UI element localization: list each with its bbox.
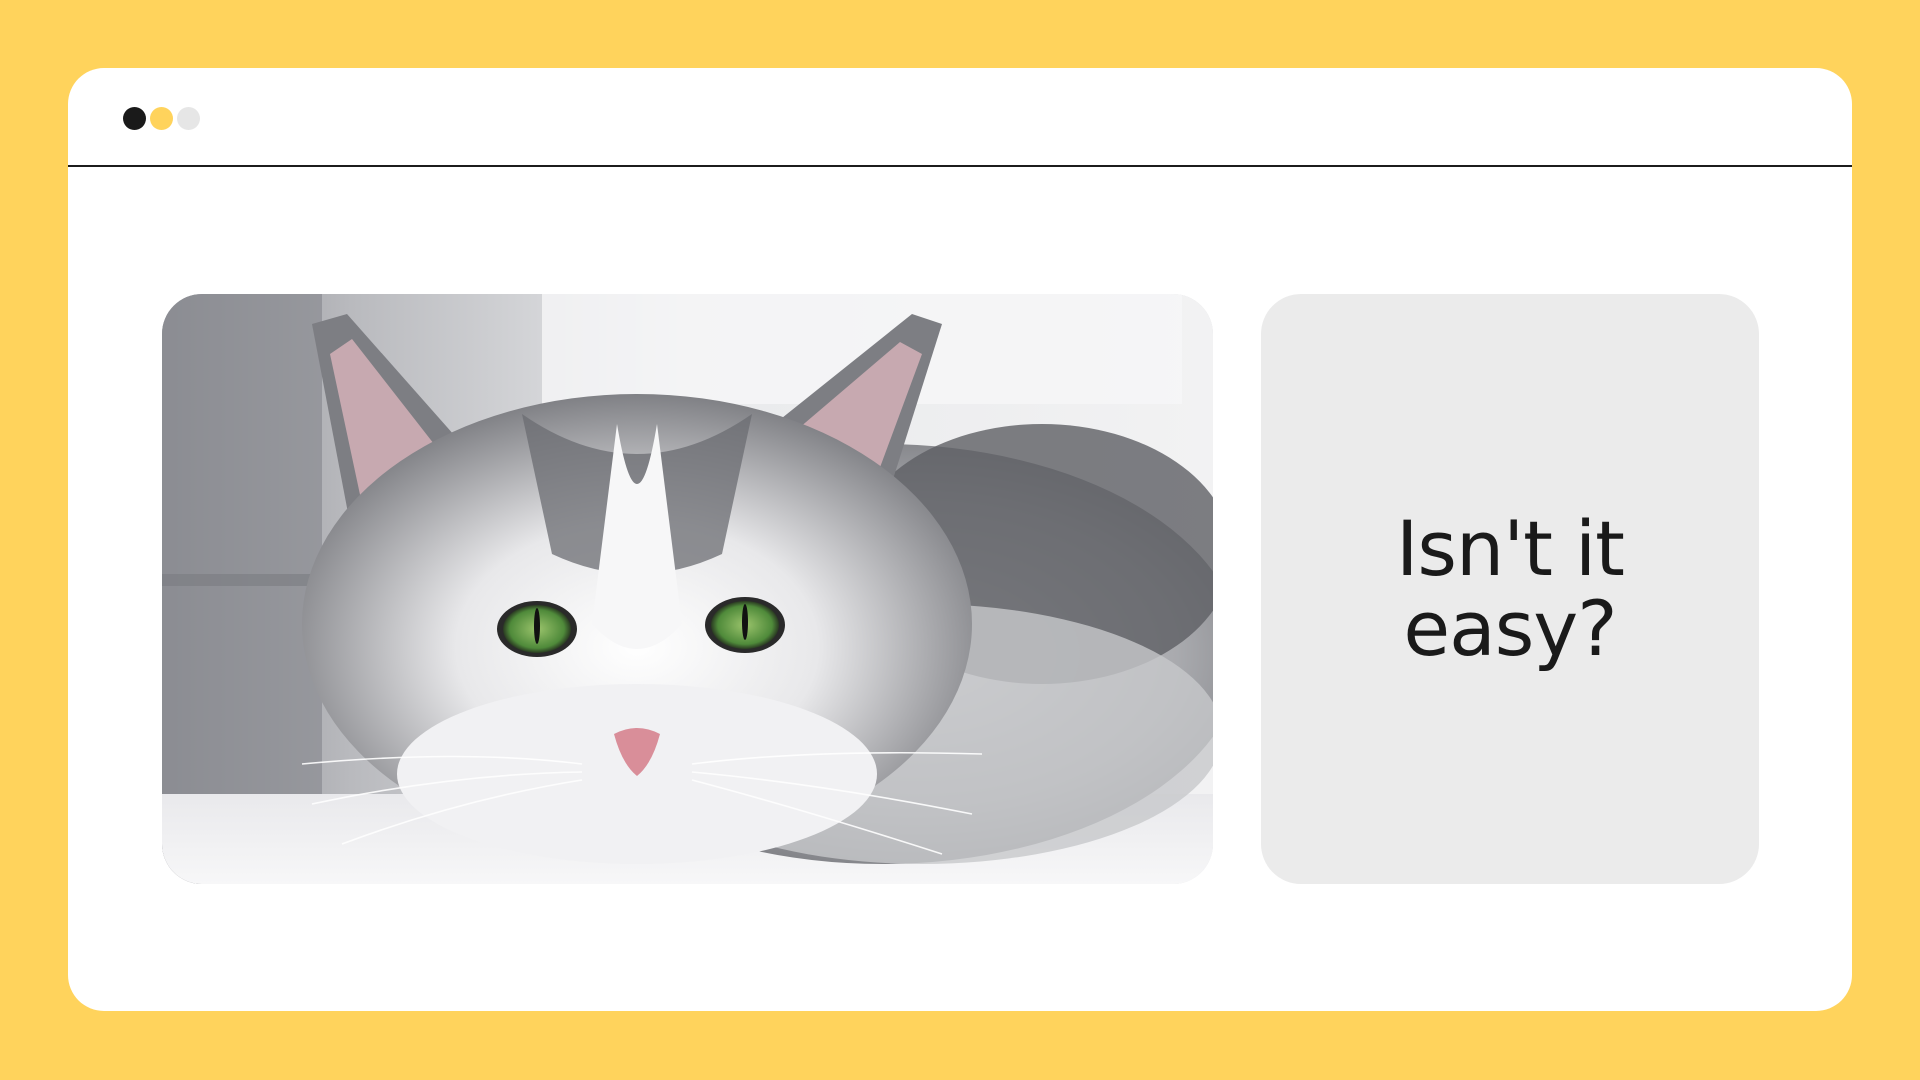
window-controls	[123, 107, 200, 130]
caption-card: Isn't it easy?	[1261, 294, 1759, 884]
cat-photo	[162, 294, 1213, 884]
caption-text: Isn't it easy?	[1396, 504, 1625, 673]
window-titlebar	[68, 68, 1852, 167]
browser-window: Isn't it easy?	[68, 68, 1852, 1011]
maximize-dot-icon[interactable]	[177, 107, 200, 130]
minimize-dot-icon[interactable]	[150, 107, 173, 130]
close-dot-icon[interactable]	[123, 107, 146, 130]
